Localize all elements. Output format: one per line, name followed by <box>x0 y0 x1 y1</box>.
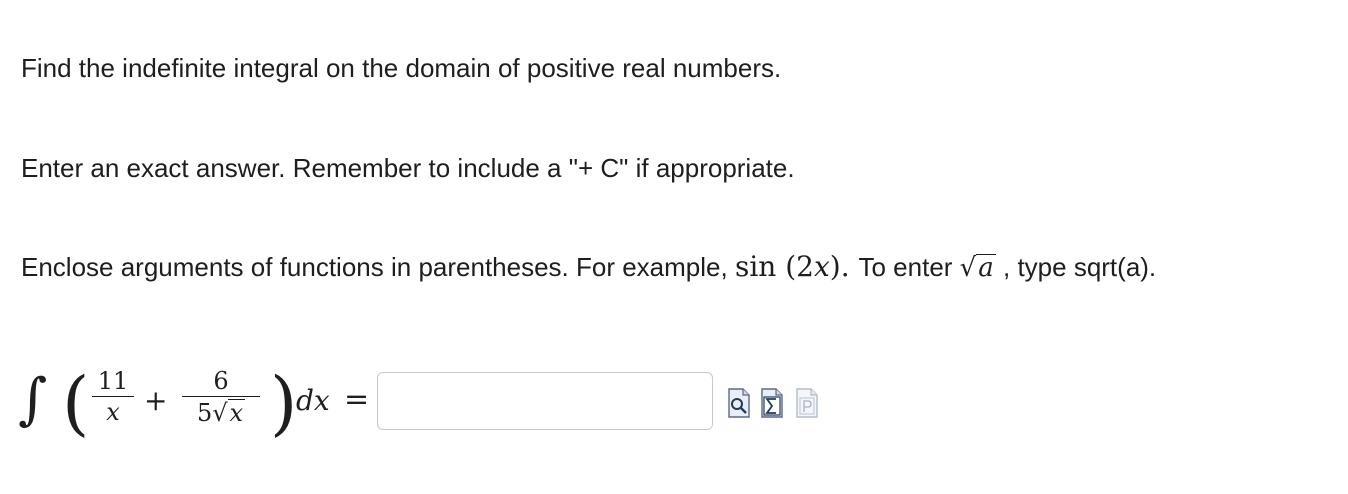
sqrt-example: √a <box>960 252 996 284</box>
term1-numerator: 11 <box>97 367 129 395</box>
term1-denominator: x <box>106 398 120 426</box>
fraction-term-2: 6 5√x <box>182 368 260 426</box>
instruction-after: , type sqrt(a). <box>1003 252 1157 282</box>
right-paren: ) <box>270 362 298 444</box>
term2-sqrt-var: x <box>227 399 246 427</box>
example-math: sin (2x). <box>735 250 859 283</box>
radical-sign: √ <box>212 399 228 427</box>
fraction-bar <box>182 396 260 397</box>
answer-input[interactable] <box>377 372 713 430</box>
term2-numerator: 6 <box>213 367 229 395</box>
equation-editor-icon[interactable] <box>761 386 783 418</box>
example-var: x <box>813 250 830 283</box>
example-close: ). <box>829 250 850 283</box>
integral-sign: ∫ <box>18 367 48 432</box>
term2-coef: 5 <box>196 399 213 427</box>
instruction-line-3: Enclose arguments of functions in parent… <box>21 251 1156 284</box>
plus-sign: + <box>144 384 168 417</box>
example-arg: (2 <box>785 250 814 283</box>
equals-sign: = <box>344 382 370 417</box>
left-paren: ( <box>62 362 90 444</box>
example-fn: sin <box>734 250 777 283</box>
sqrt-var: a <box>976 253 996 283</box>
preview-icon[interactable] <box>728 386 750 418</box>
integral-expression: ∫ ( 11 x + 6 5√x ) dx = <box>14 360 384 450</box>
instruction-line-2: Enter an exact answer. Remember to inclu… <box>21 153 795 183</box>
term2-denominator: 5√x <box>182 399 260 426</box>
fraction-term-1: 11 x <box>92 368 134 425</box>
instruction-text: Enclose arguments of functions in parent… <box>21 252 728 282</box>
fraction-bar <box>92 396 134 397</box>
instruction-line-1: Find the indefinite integral on the doma… <box>21 53 782 83</box>
radical-sign: √ <box>959 253 977 283</box>
differential: dx <box>296 384 330 417</box>
ptx-icon[interactable] <box>796 386 818 418</box>
instruction-mid: To enter <box>858 252 960 282</box>
